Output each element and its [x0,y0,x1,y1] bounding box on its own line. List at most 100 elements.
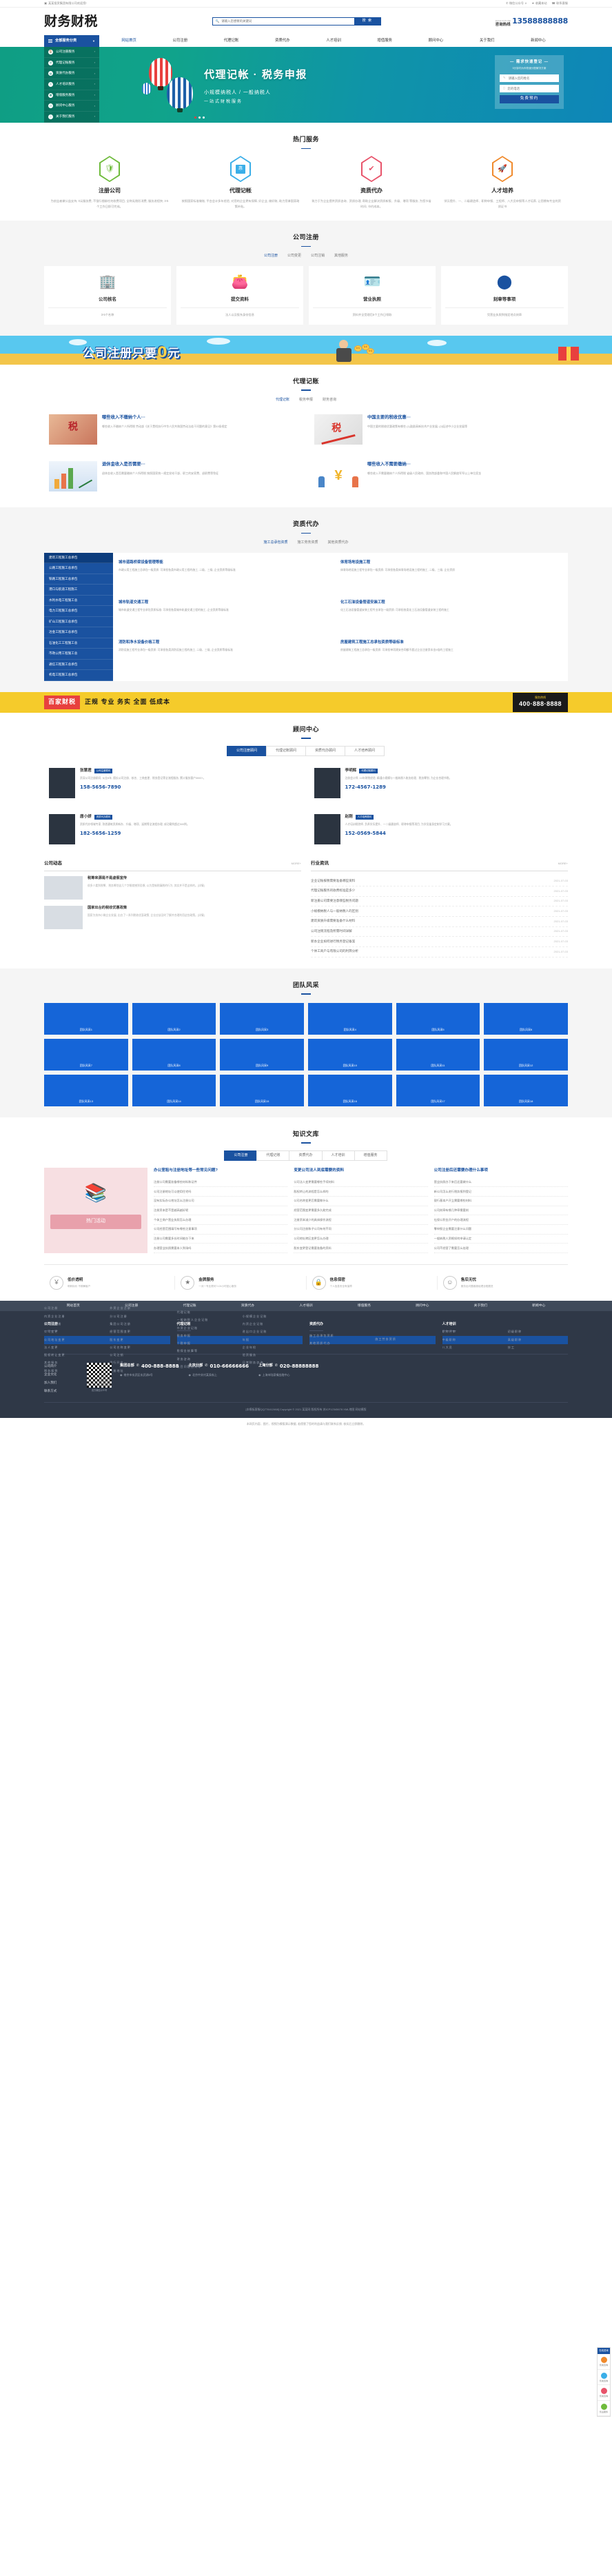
tab-company-cancel[interactable]: 公司注销 [311,254,325,259]
category-item-consultant[interactable]: ⚇ 顾问中心服务 › [44,101,99,112]
team-photo[interactable]: 团队风采16 [307,1074,392,1106]
article-card[interactable]: 税 中国主要的税收优惠··· 中国主要的税收优惠政策有哪些 (1)鼓励高新技术产… [309,409,568,450]
footer-nav-value-added[interactable]: 增值服务 [358,1304,371,1308]
kb-item[interactable]: 零申报企业需要注意什么问题 [434,1225,568,1235]
qual-menu-item[interactable]: 石油化工工程施工总 [44,638,113,649]
tab-tax-filing[interactable]: 税务申报 [299,398,313,403]
hot-service-card[interactable]: 🚀 人才培养 学历提升、一、二级建造师、职称申报、工程师、八大员申报等人才培养,… [437,156,568,210]
kb-item[interactable]: 注册公司需要准备哪些材料和证件 [154,1178,288,1188]
tab-financial-consulting[interactable]: 财务咨询 [323,398,336,403]
tab-bookkeeping-consultant[interactable]: 代理记账顾问 [265,745,306,757]
nav-item-value-added[interactable]: 增值服务 [377,38,392,43]
tab-kb-company-register[interactable]: 公司注册 [224,1150,258,1162]
footer-link[interactable]: 小规模企业记账 [243,1312,303,1320]
team-photo[interactable]: 团队风采17 [396,1074,480,1106]
list-item[interactable]: 建筑资质升级需要准备什么材料 2021-07-03 [311,917,568,927]
footer-nav-qualification[interactable]: 资质代办 [241,1304,254,1308]
kb-item[interactable]: 注册公司需要多长时间能办下来 [154,1235,288,1244]
search-button[interactable]: 搜 索 [354,18,380,25]
kb-item[interactable]: 公司地址跨区变更怎么办理 [294,1235,428,1244]
qual-menu-item[interactable]: 矿山工程施工总承包 [44,617,113,628]
search-box[interactable]: 🔍 搜 索 [212,17,381,26]
carousel-dot-1[interactable] [194,116,196,119]
footer-link[interactable]: 公司名称变更 [110,1343,170,1351]
register-step-card[interactable]: 🪪 营业执照 资料齐全受理后5个工作日领取 [309,265,436,325]
footer-link[interactable]: 子公司注册 [44,1320,104,1328]
hot-service-card[interactable]: 🛡 注册公司 为创业者做公益支持, 0元服务费, 不强行捆绑任何收费项目, 全称… [44,156,175,210]
footer-link[interactable]: 税保金核算等 [177,1348,237,1355]
team-photo[interactable]: 团队风采14 [132,1074,216,1106]
category-item-training[interactable]: ☺ 人才培训服务 › [44,79,99,90]
consultant-card[interactable]: 张慧君 公司注册顾问 资深公司注册顾问, 从业8年, 擅长公司注册、核名、工商变… [44,763,303,804]
tab-register-consultant[interactable]: 公司注册顾问 [226,745,267,757]
footer-link[interactable]: 股东变更 [110,1336,170,1343]
footer-quick-link[interactable]: 公司简介 [44,1363,79,1371]
footer-link[interactable]: 公司注册 [44,1305,104,1312]
kb-item[interactable]: 营业执照办下来后还要做什么 [434,1178,568,1188]
qual-menu-item[interactable]: 冶金工程施工总承包 [44,627,113,638]
footer-link[interactable]: 验资服务 [243,1352,303,1359]
footer-quick-link[interactable]: 联系方式 [44,1387,79,1395]
nav-item-news[interactable]: 新闻中心 [531,38,546,43]
article-card[interactable]: 税 哪些收入不缴纳个人··· 哪些收入不缴纳个人所得税 劳动部《关于贯彻执行中华… [44,409,303,450]
kb-item[interactable]: 公司不经营了需要怎么处理 [434,1244,568,1254]
team-photo[interactable]: 团队风采11 [396,1038,480,1071]
footer-nav-training[interactable]: 人才培训 [299,1304,312,1308]
category-item-company-register[interactable]: 🏠 公司注册服务 › [44,47,99,58]
team-photo[interactable]: 团队风采1 [44,1002,128,1035]
category-item-qualification[interactable]: ▤ 资质代办服务 › [44,68,99,80]
team-photo[interactable]: 团队风采2 [132,1002,216,1035]
nav-item-about[interactable]: 关于我们 [480,38,495,43]
team-photo[interactable]: 团队风采5 [396,1002,480,1035]
footer-link[interactable]: 公司地址变更 [44,1336,104,1343]
kb-item[interactable]: 一般纳税人资格如何申请认定 [434,1235,568,1244]
consultant-card[interactable]: 赵刚 人才培养顾问 人才培训规划师, 负责学历提升、一二级建造师、职称申报等项目… [309,809,568,850]
nav-item-training[interactable]: 人才培训 [326,38,341,43]
team-photo[interactable]: 团队风采18 [484,1074,568,1106]
article-card[interactable]: 退休金收入是否需要··· 退休金收入是否需要缴纳个人所得税 按照国家统一规定发给… [44,456,303,497]
footer-link[interactable]: 施工总承包资质 [309,1332,369,1339]
tab-company-register[interactable]: 公司注册 [264,254,278,259]
search-input[interactable] [221,19,351,23]
footer-nav-bookkeeping[interactable]: 代理记账 [183,1304,196,1308]
footer-nav-about[interactable]: 关于我们 [474,1304,487,1308]
footer-link[interactable]: 初级职称 [508,1328,568,1336]
footer-nav-consultant[interactable]: 顾问中心 [416,1304,429,1308]
kb-item[interactable]: 新公司怎么进行税务报到登记 [434,1187,568,1197]
qual-menu-item[interactable]: 公路工程施工总承包 [44,563,113,574]
promo-banner[interactable]: 公司注册只要0元 财务 税务 财税 [0,335,612,365]
name-field[interactable]: ✎ [500,74,559,82]
footer-link[interactable]: 中级职称 [442,1336,502,1343]
list-item[interactable]: 新注册公司需要注意哪些税务问题 2021-07-03 [311,897,568,907]
team-photo[interactable]: 团队风采15 [220,1074,304,1106]
qualification-item[interactable]: 城市轨道交通工程 城市轨道交通工程专业承包资质标准: 可承担各类城市轨道交通工程… [119,597,340,637]
submit-button[interactable]: 免费预约 [500,94,559,103]
kb-item[interactable]: 注册资本是不是越高越好呢 [154,1206,288,1216]
category-item-bookkeeping[interactable]: ☑ 代理记账服务 › [44,58,99,69]
footer-link[interactable]: 八大员 [442,1343,502,1351]
news-item[interactable]: 税筹来源是不是虚假宣传 很多人看到税筹、税务筹划这几个字眼就感到恐惧, 以为是偷… [44,876,301,900]
footer-link[interactable]: 施工劳务资质 [375,1336,435,1343]
footer-link[interactable]: 股权转让变更 [44,1352,104,1359]
kb-item[interactable]: 公司经营范围填写有哪些注意事项 [154,1225,288,1235]
kb-item[interactable]: 股权转让的流程是怎么样的 [294,1187,428,1197]
category-item-value-added[interactable]: ▦ 增值服务服务 › [44,90,99,101]
register-step-card[interactable]: ⬤ 刻章等事项 凭营业执照到指定地点刻章 [441,265,568,325]
footer-link[interactable]: 外资企业记账 [177,1324,237,1332]
carousel-dot-2[interactable] [198,116,201,119]
name-input[interactable] [508,76,555,80]
footer-link[interactable]: 税务申报 [177,1332,237,1339]
consultant-card[interactable]: 李明辉 代理记账顾问 注册会计师, 10年财税经验, 精通小规模与一般纳税人账务… [309,763,568,804]
list-item[interactable]: 新办企业如何进行税务登记备案 2021-07-03 [311,937,568,947]
register-step-card[interactable]: 👛 提交资料 法人以及股东身份信息 [176,265,303,325]
chat-widget-item[interactable]: 售前咨询 [598,2370,610,2386]
kb-item[interactable]: 银行基本户开立需要哪些材料 [434,1197,568,1206]
tab-labor-qualification[interactable]: 施工劳务资质 [297,540,318,546]
kb-item[interactable]: 股东变更登记需要准备的资料 [294,1244,428,1254]
chat-widget-item[interactable]: 售前咨询 [598,2385,610,2401]
consultant-card[interactable]: 唐小妍 资质代办顾问 资质代办领域专家, 熟悉建筑资质新办、升级、增项、延期等全… [44,809,303,850]
tab-kb-qualification[interactable]: 资质代办 [289,1150,323,1162]
footer-link[interactable]: 一般纳税人企业记账 [177,1317,237,1324]
qual-menu-item[interactable]: 机电工程施工总承包 [44,670,113,681]
qualification-item[interactable]: 化工石油设备管道安装工程 化工石油设备管道安装工程专业承包一级资质: 可承担各类… [340,597,562,637]
